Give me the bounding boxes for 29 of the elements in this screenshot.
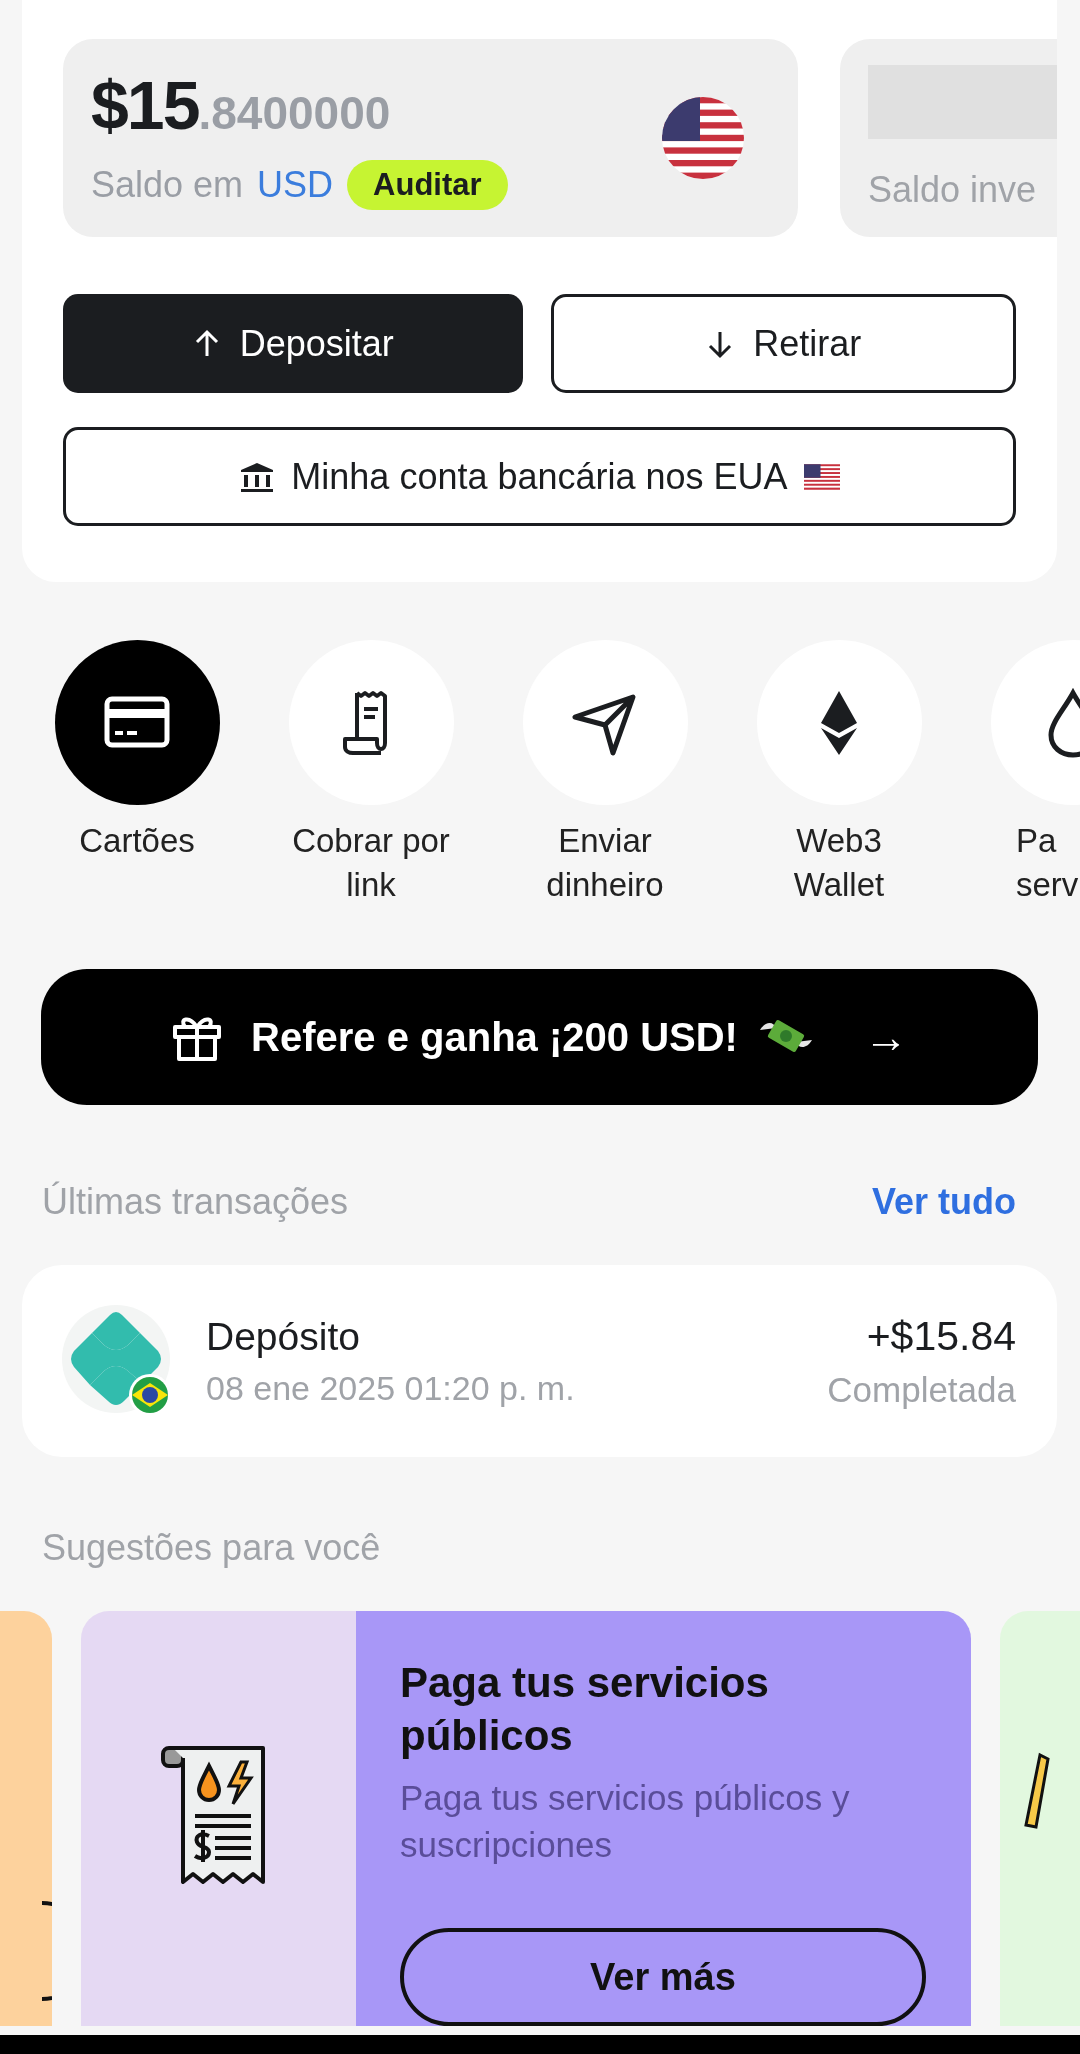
transaction-title: Depósito [206,1314,361,1359]
referral-banner[interactable]: Refere e ganha ¡200 USD! → [41,969,1038,1105]
action-label: Enviar dinheiro [546,821,664,905]
see-all-link[interactable]: Ver tudo [871,1181,1016,1223]
balance-card[interactable]: $15.8400000 Saldo em USD Auditar [63,39,798,237]
transaction-amount: +$15.84 [866,1312,1016,1360]
arrow: → [863,1012,908,1062]
action-label: Web3 Wallet [793,821,885,905]
referral-text: Refere e ganha ¡200 USD! [251,1014,738,1060]
section-title: Sugestões para você [42,1527,382,1569]
deposit-button[interactable]: Depositar [63,294,523,393]
action-label: Pa serv [1016,821,1079,905]
suggestion-description: Paga tus servicios públicos y suscripciones [400,1777,851,1866]
section-title: Últimas transações [42,1181,349,1223]
action-label: Cobrar por link [292,821,450,905]
see-more-button[interactable]: Ver más [400,1928,926,2026]
withdraw-button[interactable]: Retirar [550,294,1016,393]
balance-label: Saldo em [91,164,244,206]
bank-account-button[interactable]: Minha conta bancária nos EUA [63,427,1016,526]
audit-badge[interactable]: Auditar [347,160,508,210]
transaction-status: Completada [827,1369,1016,1410]
transaction-date: 08 ene 2025 01:20 p. m. [206,1368,576,1408]
suggestion-title: Paga tus servicios públicos [400,1658,770,1761]
currency-label: USD [257,164,334,206]
bank-icon [239,460,276,493]
balance-label: Saldo inve [868,169,1038,211]
balance-amount: $15.8400000 [91,66,392,145]
transaction-row[interactable]: Depósito 08 ene 2025 01:20 p. m. +$15.84 Completada [22,1265,1057,1457]
action-label: Cartões [79,821,195,861]
